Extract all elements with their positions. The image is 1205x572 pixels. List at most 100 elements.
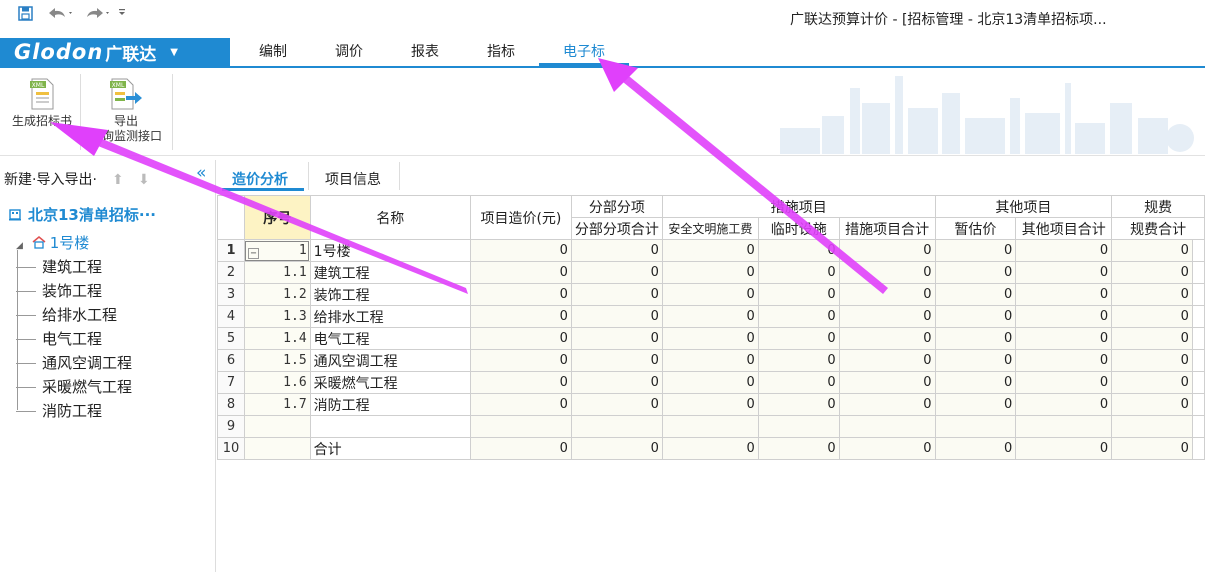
table-row[interactable]: 2 1.1 建筑工程 0 0 0 0 0 0 0 0 [217,261,1205,284]
name-cell[interactable]: 合计 [309,437,471,460]
value-cell[interactable]: 0 [934,283,1017,306]
redo-icon[interactable] [84,6,112,20]
value-cell[interactable]: 0 [469,261,572,284]
value-cell[interactable]: 0 [469,305,572,328]
value-cell[interactable]: 0 [838,283,936,306]
value-cell[interactable]: 0 [1111,283,1193,306]
value-cell[interactable]: 0 [570,283,663,306]
value-cell[interactable]: 0 [661,437,759,460]
value-cell[interactable]: 0 [838,305,936,328]
value-cell[interactable]: 0 [469,349,572,372]
table-row[interactable]: 10 合计 0 0 0 0 0 0 0 0 [217,437,1205,460]
name-cell[interactable]: 给排水工程 [309,305,471,328]
table-row[interactable]: 6 1.5 通风空调工程 0 0 0 0 0 0 0 0 [217,349,1205,372]
cost-header[interactable]: 项目造价(元) [469,195,572,240]
value-cell[interactable]: 0 [1015,349,1113,372]
down-arrow-icon[interactable]: ⬇ [138,172,150,188]
seq-cell[interactable]: 1.6 [243,371,311,394]
name-cell[interactable]: 装饰工程 [309,283,471,306]
value-cell[interactable]: 0 [838,349,936,372]
value-cell[interactable] [661,415,759,438]
value-cell[interactable]: 0 [570,327,663,350]
row-number[interactable]: 4 [217,305,245,328]
value-cell[interactable]: 0 [1111,327,1193,350]
table-row[interactable]: 5 1.4 电气工程 0 0 0 0 0 0 0 0 [217,327,1205,350]
up-arrow-icon[interactable]: ⬆ [112,172,124,188]
row-number[interactable]: 9 [217,415,245,438]
row-number[interactable]: 7 [217,371,245,394]
table-row[interactable]: 1−1 1号楼 0 0 0 0 0 0 0 0 [217,239,1205,262]
value-cell[interactable]: 0 [838,261,936,284]
tree-item[interactable]: 建筑工程 [16,256,102,277]
row-number[interactable]: 3 [217,283,245,306]
value-cell[interactable]: 0 [757,349,840,372]
collapse-row-icon[interactable]: − [247,247,259,259]
value-cell[interactable]: 0 [757,283,840,306]
value-cell[interactable]: 0 [570,349,663,372]
table-row[interactable]: 7 1.6 采暖燃气工程 0 0 0 0 0 0 0 0 [217,371,1205,394]
name-cell[interactable]: 电气工程 [309,327,471,350]
collapse-icon[interactable]: « [196,163,206,183]
value-cell[interactable]: 0 [1111,305,1193,328]
value-cell[interactable]: 0 [570,393,663,416]
value-cell[interactable]: 0 [757,305,840,328]
seq-cell[interactable]: 1.7 [243,393,311,416]
row-number[interactable]: 1 [217,239,245,262]
value-cell[interactable]: 0 [757,393,840,416]
value-cell[interactable]: 0 [1015,393,1113,416]
value-cell[interactable]: 0 [570,371,663,394]
value-cell[interactable]: 0 [469,239,572,262]
row-number[interactable]: 6 [217,349,245,372]
value-cell[interactable]: 0 [661,261,759,284]
customize-icon[interactable] [118,6,126,18]
menu-edit[interactable]: 编制 [259,41,287,61]
menu-e-bid[interactable]: 电子标 [563,41,605,61]
seq-cell[interactable]: 1.1 [243,261,311,284]
value-cell[interactable]: 0 [1111,239,1193,262]
value-cell[interactable]: 0 [934,261,1017,284]
tree-item[interactable]: 电气工程 [16,328,102,349]
safety-header[interactable]: 安全文明施工费 [661,217,759,240]
tree-item[interactable]: 装饰工程 [16,280,102,301]
value-cell[interactable]: 0 [661,305,759,328]
table-row[interactable]: 3 1.2 装饰工程 0 0 0 0 0 0 0 0 [217,283,1205,306]
name-cell[interactable]: 采暖燃气工程 [309,371,471,394]
tree-building[interactable]: ◢ 1号楼 [16,232,89,253]
seq-cell[interactable]: 1.3 [243,305,311,328]
value-cell[interactable]: 0 [934,327,1017,350]
value-cell[interactable]: 0 [661,393,759,416]
value-cell[interactable]: 0 [661,327,759,350]
subitem-total-header[interactable]: 分部分项合计 [570,217,663,240]
value-cell[interactable]: 0 [1111,371,1193,394]
name-header[interactable]: 名称 [309,195,471,240]
tab-project-info[interactable]: 项目信息 [325,169,381,189]
name-cell[interactable]: 建筑工程 [309,261,471,284]
value-cell[interactable]: 0 [934,437,1017,460]
value-cell[interactable] [1015,415,1113,438]
value-cell[interactable] [934,415,1017,438]
value-cell[interactable] [469,415,572,438]
tree-item[interactable]: 消防工程 [16,400,102,421]
save-icon[interactable] [18,6,33,21]
table-row[interactable]: 9 [217,415,1205,438]
value-cell[interactable]: 0 [934,371,1017,394]
name-cell[interactable]: 消防工程 [309,393,471,416]
menu-indicator[interactable]: 指标 [487,41,515,61]
seq-header[interactable]: 序号 [243,195,311,240]
value-cell[interactable]: 0 [1015,239,1113,262]
value-cell[interactable]: 0 [1111,261,1193,284]
value-cell[interactable]: 0 [1015,327,1113,350]
row-number[interactable]: 2 [217,261,245,284]
value-cell[interactable]: 0 [934,305,1017,328]
provisional-header[interactable]: 暂估价 [934,217,1017,240]
value-cell[interactable]: 0 [570,437,663,460]
tree-item[interactable]: 采暖燃气工程 [16,376,132,397]
value-cell[interactable]: 0 [838,371,936,394]
value-cell[interactable]: 0 [1111,349,1193,372]
value-cell[interactable]: 0 [469,393,572,416]
value-cell[interactable]: 0 [757,371,840,394]
measures-total-header[interactable]: 措施项目合计 [838,217,936,240]
value-cell[interactable]: 0 [570,305,663,328]
tab-cost-analysis[interactable]: 造价分析 [232,169,288,189]
value-cell[interactable]: 0 [934,239,1017,262]
